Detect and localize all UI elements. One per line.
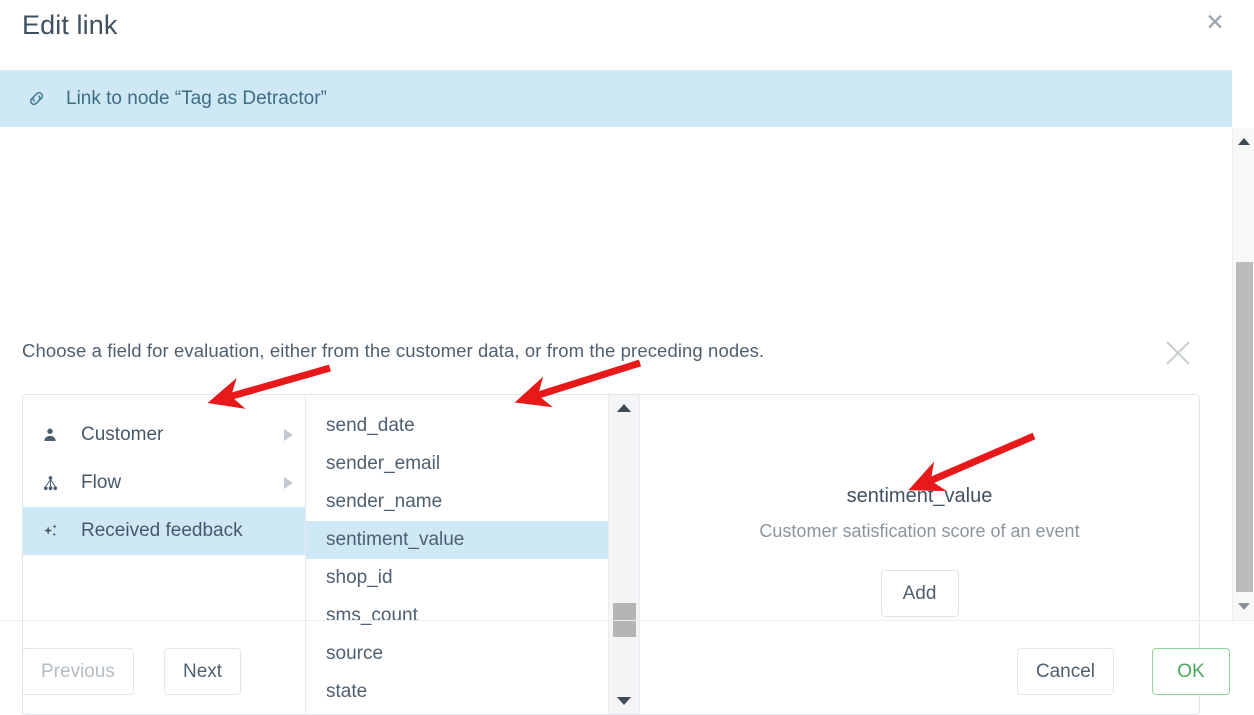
instruction-text: Choose a field for evaluation, either fr…	[22, 340, 764, 362]
flow-nodes-icon	[41, 472, 67, 494]
sparkles-icon	[41, 520, 67, 542]
close-icon[interactable]: ✕	[1202, 10, 1228, 36]
chevron-right-icon	[284, 477, 293, 489]
category-row-received-feedback[interactable]: Received feedback	[23, 507, 305, 555]
field-row[interactable]: sender_name	[306, 483, 609, 521]
category-label: Flow	[81, 472, 284, 494]
field-row-selected[interactable]: sentiment_value	[306, 521, 609, 559]
person-icon	[41, 424, 67, 446]
field-row[interactable]: send_date	[306, 407, 609, 445]
chevron-right-icon	[284, 429, 293, 441]
link-chain-icon	[24, 87, 48, 111]
link-banner-text: Link to node “Tag as Detractor”	[66, 88, 327, 110]
page-title: Edit link	[22, 10, 117, 41]
cancel-button[interactable]: Cancel	[1017, 648, 1114, 695]
category-label: Received feedback	[81, 520, 284, 542]
ok-button[interactable]: OK	[1152, 648, 1230, 695]
scrollbar-thumb[interactable]	[1236, 262, 1253, 592]
dialog-scroll-area: Choose a field for evaluation, either fr…	[0, 128, 1232, 620]
category-row-flow[interactable]: Flow	[23, 459, 305, 507]
field-detail-name: sentiment_value	[847, 485, 993, 508]
link-banner: Link to node “Tag as Detractor”	[0, 70, 1232, 127]
category-row-customer[interactable]: Customer	[23, 411, 305, 459]
field-row[interactable]: shop_id	[306, 559, 609, 597]
field-detail-description: Customer satisfication score of an event	[759, 521, 1079, 542]
section-close-icon[interactable]	[1158, 333, 1198, 373]
add-button[interactable]: Add	[881, 570, 959, 617]
category-label: Customer	[81, 424, 284, 446]
next-button[interactable]: Next	[164, 648, 241, 695]
scroll-down-arrow-icon[interactable]	[1238, 603, 1250, 610]
dialog-footer: Previous Next Cancel OK	[0, 620, 1254, 714]
scroll-up-arrow-icon[interactable]	[1238, 138, 1250, 145]
scroll-up-arrow-icon[interactable]	[617, 404, 631, 412]
previous-button[interactable]: Previous	[22, 648, 134, 695]
field-row[interactable]: sender_email	[306, 445, 609, 483]
dialog-scrollbar[interactable]	[1232, 128, 1254, 620]
